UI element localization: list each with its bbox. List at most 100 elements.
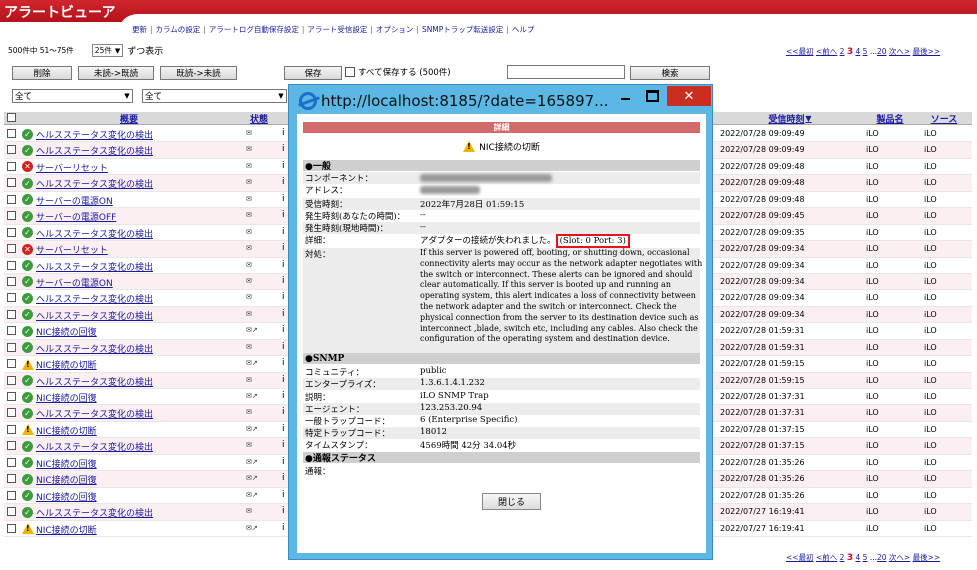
row-checkbox[interactable] bbox=[7, 457, 16, 467]
read-status-icon: ✉↗ bbox=[246, 326, 258, 335]
row-truncated-cell: i bbox=[282, 489, 285, 500]
delete-button[interactable]: 削除 bbox=[12, 66, 72, 80]
row-summary-link[interactable]: NIC接続の回復 bbox=[36, 457, 97, 470]
filter-select-2[interactable]: 全て ▼ bbox=[142, 89, 287, 103]
pager-next[interactable]: 次へ> bbox=[889, 553, 910, 562]
row-summary-link[interactable]: サーバーの電源OFF bbox=[36, 210, 116, 223]
row-checkbox[interactable] bbox=[7, 326, 16, 336]
row-summary-link[interactable]: NIC接続の回復 bbox=[36, 490, 97, 503]
pager-page-20[interactable]: 20 bbox=[877, 553, 887, 562]
row-summary-link[interactable]: ヘルスステータス変化の検出 bbox=[36, 227, 153, 240]
row-summary-link[interactable]: ヘルスステータス変化の検出 bbox=[36, 177, 153, 190]
menu-item[interactable]: SNMPトラップ転送設定 bbox=[422, 25, 503, 34]
row-checkbox[interactable] bbox=[7, 424, 16, 434]
close-window-button[interactable]: ✕ bbox=[667, 86, 711, 106]
row-summary-link[interactable]: NIC接続の切断 bbox=[36, 424, 97, 437]
row-checkbox[interactable] bbox=[7, 260, 16, 270]
row-summary-link[interactable]: ヘルスステータス変化の検出 bbox=[36, 375, 153, 388]
pager-page-5[interactable]: 5 bbox=[863, 553, 868, 562]
pager-last[interactable]: 最後>> bbox=[913, 47, 941, 56]
pager-page-5[interactable]: 5 bbox=[863, 47, 868, 56]
row-summary-link[interactable]: NIC接続の回復 bbox=[36, 325, 97, 338]
menu-item[interactable]: アラートログ自動保存設定 bbox=[209, 25, 299, 34]
save-all-option[interactable]: すべて保存する (500件) bbox=[345, 66, 451, 78]
read-to-unread-button[interactable]: 既読->未読 bbox=[160, 66, 237, 80]
row-checkbox[interactable] bbox=[7, 507, 16, 517]
row-summary-link[interactable]: サーバーリセット bbox=[36, 161, 108, 174]
select-all-checkbox[interactable] bbox=[7, 113, 16, 122]
popup-titlebar[interactable]: http://localhost:8185/?date=165897... bbox=[299, 90, 608, 112]
row-checkbox[interactable] bbox=[7, 490, 16, 500]
row-summary-link[interactable]: ヘルスステータス変化の検出 bbox=[36, 128, 153, 141]
row-checkbox[interactable] bbox=[7, 244, 16, 254]
row-summary-link[interactable]: サーバーリセット bbox=[36, 243, 108, 256]
detail-value: アダプターの接続が失われました。 (Slot: 0 Port: 3) bbox=[420, 234, 630, 248]
menu-item[interactable]: オプション bbox=[376, 25, 414, 34]
read-status-icon: ✉ bbox=[246, 342, 252, 351]
row-checkbox[interactable] bbox=[7, 392, 16, 401]
row-checkbox[interactable] bbox=[7, 178, 16, 188]
pager-next[interactable]: 次へ> bbox=[889, 47, 910, 56]
pager-prev[interactable]: <前へ bbox=[816, 47, 837, 56]
save-all-checkbox[interactable] bbox=[345, 67, 355, 77]
row-checkbox[interactable] bbox=[7, 194, 16, 204]
pager-page-4[interactable]: 4 bbox=[855, 47, 860, 56]
row-checkbox[interactable] bbox=[7, 227, 16, 237]
row-checkbox[interactable] bbox=[7, 474, 16, 484]
row-summary-link[interactable]: ヘルスステータス変化の検出 bbox=[36, 309, 153, 322]
col-product[interactable]: 製品名 bbox=[872, 112, 908, 125]
row-summary-link[interactable]: サーバーの電源ON bbox=[36, 276, 113, 289]
row-checkbox[interactable] bbox=[7, 293, 16, 303]
search-input[interactable] bbox=[507, 65, 625, 79]
row-checkbox[interactable] bbox=[7, 145, 16, 155]
pager-page-2[interactable]: 2 bbox=[840, 47, 845, 56]
menu-item[interactable]: ヘルプ bbox=[512, 25, 535, 34]
maximize-button[interactable] bbox=[641, 86, 663, 106]
minimize-button[interactable] bbox=[614, 86, 636, 106]
pager-page-2[interactable]: 2 bbox=[840, 553, 845, 562]
row-summary-link[interactable]: ヘルスステータス変化の検出 bbox=[36, 292, 153, 305]
menu-item[interactable]: カラムの設定 bbox=[156, 25, 201, 34]
menu-item[interactable]: 更新 bbox=[132, 25, 147, 34]
pager-prev[interactable]: <前へ bbox=[816, 553, 837, 562]
row-checkbox[interactable] bbox=[7, 408, 16, 418]
row-summary-link[interactable]: ヘルスステータス変化の検出 bbox=[36, 260, 153, 273]
unread-to-read-button[interactable]: 未読->既読 bbox=[78, 66, 154, 80]
row-summary-link[interactable]: NIC接続の回復 bbox=[36, 391, 97, 404]
col-received[interactable]: 受信時刻 ▼ bbox=[760, 112, 820, 125]
row-summary-link[interactable]: サーバーの電源ON bbox=[36, 194, 113, 207]
pager-page-4[interactable]: 4 bbox=[855, 553, 860, 562]
row-checkbox[interactable] bbox=[7, 523, 16, 533]
pager-first[interactable]: <<最初 bbox=[786, 553, 814, 562]
row-received: 2022/07/28 01:37:31 bbox=[720, 408, 805, 418]
pager-first[interactable]: <<最初 bbox=[786, 47, 814, 56]
per-page-select[interactable]: 25件 ▼ bbox=[91, 44, 124, 57]
row-checkbox[interactable] bbox=[7, 161, 16, 171]
row-summary-link[interactable]: ヘルスステータス変化の検出 bbox=[36, 440, 153, 453]
filter-select-1[interactable]: 全て ▼ bbox=[12, 89, 133, 103]
row-checkbox[interactable] bbox=[7, 375, 16, 385]
row-summary-link[interactable]: NIC接続の切断 bbox=[36, 523, 97, 536]
row-checkbox[interactable] bbox=[7, 359, 16, 369]
save-button[interactable]: 保存 bbox=[284, 66, 342, 80]
row-checkbox[interactable] bbox=[7, 276, 16, 286]
pager-page-20[interactable]: 20 bbox=[877, 47, 887, 56]
row-summary-link[interactable]: ヘルスステータス変化の検出 bbox=[36, 506, 153, 519]
row-summary-link[interactable]: ヘルスステータス変化の検出 bbox=[36, 342, 153, 355]
row-checkbox[interactable] bbox=[7, 441, 16, 451]
popup-close-button[interactable]: 閉じる bbox=[482, 493, 541, 510]
menu-item[interactable]: アラート受信設定 bbox=[307, 25, 367, 34]
row-summary-link[interactable]: NIC接続の切断 bbox=[36, 358, 97, 371]
row-checkbox[interactable] bbox=[7, 309, 16, 319]
row-checkbox[interactable] bbox=[7, 342, 16, 352]
row-summary-link[interactable]: ヘルスステータス変化の検出 bbox=[36, 144, 153, 157]
col-summary[interactable]: 概要 bbox=[104, 112, 154, 125]
row-checkbox[interactable] bbox=[7, 129, 16, 138]
col-source[interactable]: ソース bbox=[926, 112, 962, 125]
row-summary-link[interactable]: NIC接続の回復 bbox=[36, 473, 97, 486]
search-button[interactable]: 検索 bbox=[630, 66, 710, 80]
pager-last[interactable]: 最後>> bbox=[913, 553, 941, 562]
row-summary-link[interactable]: ヘルスステータス変化の検出 bbox=[36, 407, 153, 420]
col-status[interactable]: 状態 bbox=[248, 112, 270, 125]
row-checkbox[interactable] bbox=[7, 211, 16, 221]
